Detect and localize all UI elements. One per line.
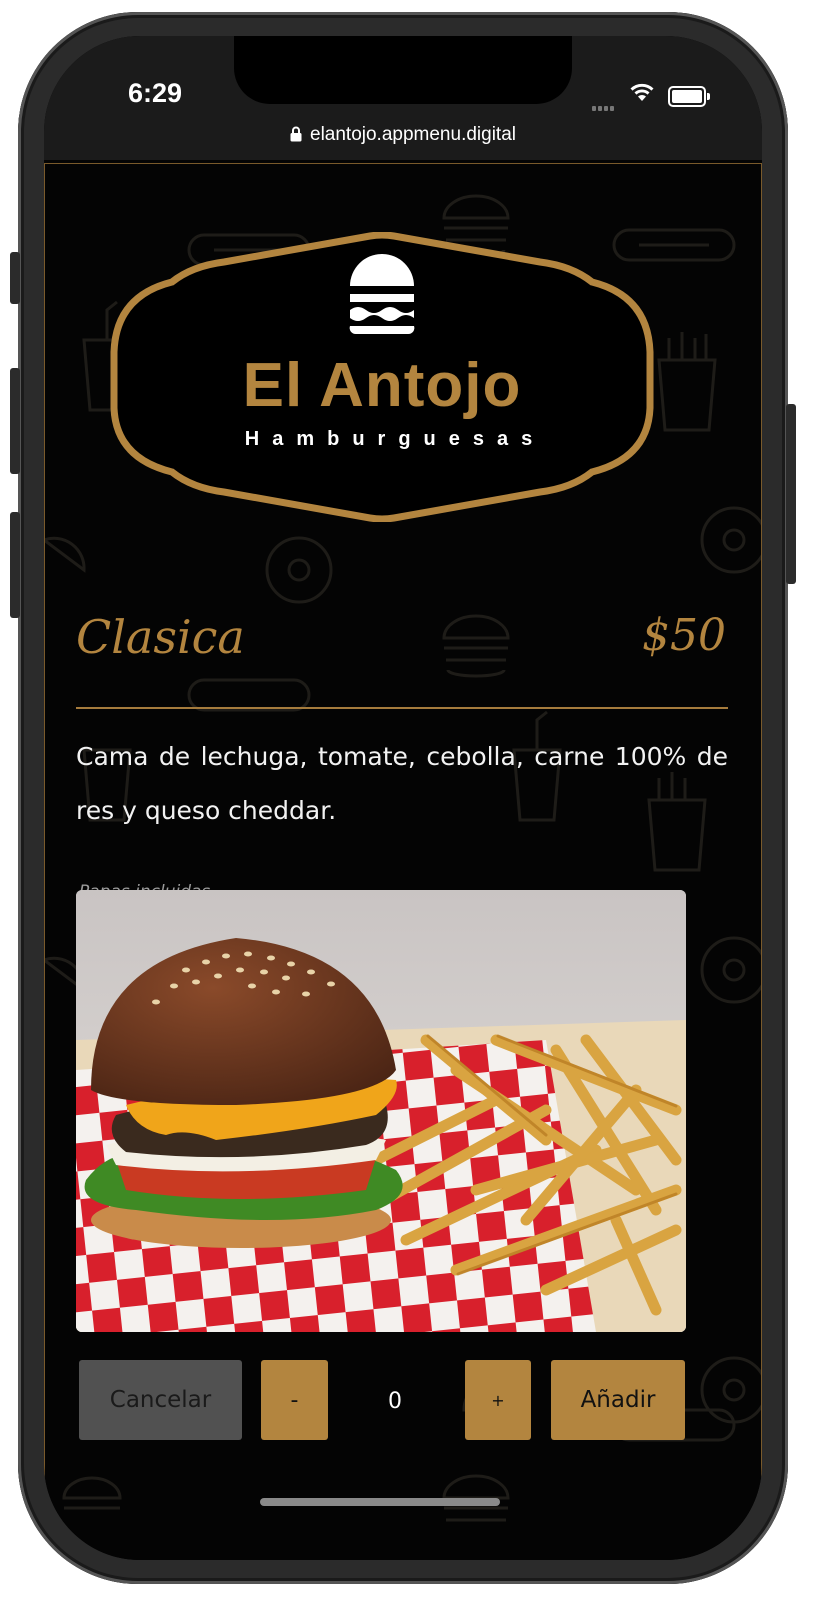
cancel-button[interactable]: Cancelar: [79, 1360, 242, 1440]
add-to-order-button[interactable]: Añadir: [551, 1360, 685, 1440]
item-price: $50: [642, 610, 726, 661]
burger-icon: [349, 254, 415, 335]
battery-icon: [668, 86, 710, 107]
decrease-quantity-button[interactable]: -: [261, 1360, 328, 1440]
item-description: Cama de lechuga, tomate, cebolla, carne …: [76, 742, 728, 825]
order-controls: Cancelar - 0 + Añadir: [79, 1360, 685, 1440]
item-name: Clasica: [76, 610, 245, 664]
burger-fries-photo: [76, 890, 686, 1332]
status-time: 6:29: [128, 78, 183, 108]
divider: [76, 707, 728, 709]
restaurant-logo: El Antojo Hamburguesas: [108, 232, 656, 522]
mute-switch: [10, 252, 20, 304]
notch: [234, 36, 572, 104]
increase-quantity-button[interactable]: +: [465, 1360, 531, 1440]
home-indicator[interactable]: [260, 1498, 500, 1506]
phone-screen: 6:29 elantojo.appmenu.digital El Antojo …: [44, 36, 762, 1560]
volume-up-button: [10, 368, 20, 474]
menu-page: El Antojo Hamburguesas Clasica $50 Cama …: [44, 160, 762, 1560]
quantity-value: 0: [388, 1389, 402, 1414]
wifi-icon: [628, 80, 656, 106]
logo-title: El Antojo: [242, 351, 522, 420]
status-bar: 6:29: [44, 36, 762, 126]
item-photo: [76, 890, 686, 1332]
power-button: [786, 404, 796, 584]
address-bar[interactable]: elantojo.appmenu.digital: [44, 120, 762, 160]
lock-icon: [290, 122, 302, 152]
signal-icon: [592, 96, 616, 115]
url-text: elantojo.appmenu.digital: [310, 124, 516, 145]
volume-down-button: [10, 512, 20, 618]
logo-subtitle: Hamburguesas: [244, 428, 546, 450]
